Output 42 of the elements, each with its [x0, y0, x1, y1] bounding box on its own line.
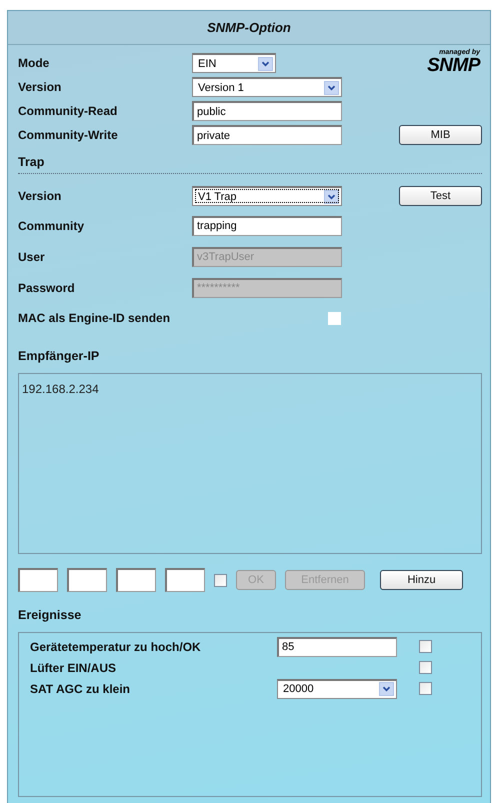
checkbox[interactable] — [214, 574, 227, 586]
ip-list[interactable]: 192.168.2.234 — [18, 373, 482, 554]
dropdown-caret-icon — [324, 80, 339, 94]
action-button[interactable]: Hinzu — [380, 570, 463, 590]
field-label: Version — [18, 189, 62, 203]
field-label: Community-Read — [18, 104, 118, 118]
checkbox[interactable] — [419, 682, 432, 695]
dropdown-field[interactable]: Version 1 — [192, 77, 342, 97]
field-label: Community-Write — [18, 128, 119, 142]
ip-octet-field[interactable] — [18, 568, 58, 592]
field-label: User — [18, 250, 46, 264]
list-item[interactable]: 192.168.2.234 — [22, 382, 99, 396]
field-label: Community — [18, 218, 85, 232]
dropdown-field[interactable]: EIN — [192, 53, 276, 73]
field-label: Version — [18, 80, 62, 94]
dropdown-caret-icon — [379, 682, 394, 696]
window-title: SNMP-Option — [207, 20, 291, 35]
section-heading: Trap — [18, 155, 44, 169]
checkbox[interactable] — [419, 640, 432, 653]
field-label: Mode — [18, 56, 50, 70]
dropdown-field[interactable]: V1 Trap — [192, 186, 342, 206]
event-label: Lüfter EIN/AUS — [30, 660, 118, 674]
test-button[interactable]: Test — [399, 186, 482, 206]
text-field[interactable]: private — [192, 125, 342, 145]
text-field[interactable]: public — [192, 101, 342, 121]
ip-octet-field[interactable] — [116, 568, 156, 592]
ip-octet-field[interactable] — [165, 568, 205, 592]
text-field[interactable]: 85 — [277, 636, 397, 656]
field-label: Password — [18, 280, 76, 294]
mib-button[interactable]: MIB — [399, 125, 482, 145]
checkbox[interactable] — [328, 312, 341, 324]
checkbox[interactable] — [419, 661, 432, 674]
text-field[interactable]: trapping — [192, 216, 342, 236]
ip-octet-field[interactable] — [67, 568, 107, 592]
section-heading: Ereignisse — [18, 608, 82, 622]
dropdown-caret-icon — [258, 56, 273, 70]
dropdown-field[interactable]: 20000 — [277, 678, 397, 698]
dropdown-caret-icon — [324, 190, 339, 204]
section-heading: Empfänger-IP — [18, 349, 100, 363]
checkbox-label: MAC als Engine-ID senden — [18, 311, 172, 325]
event-label: SAT AGC zu klein — [30, 682, 132, 696]
event-label: Gerätetemperatur zu hoch/OK — [30, 640, 202, 654]
